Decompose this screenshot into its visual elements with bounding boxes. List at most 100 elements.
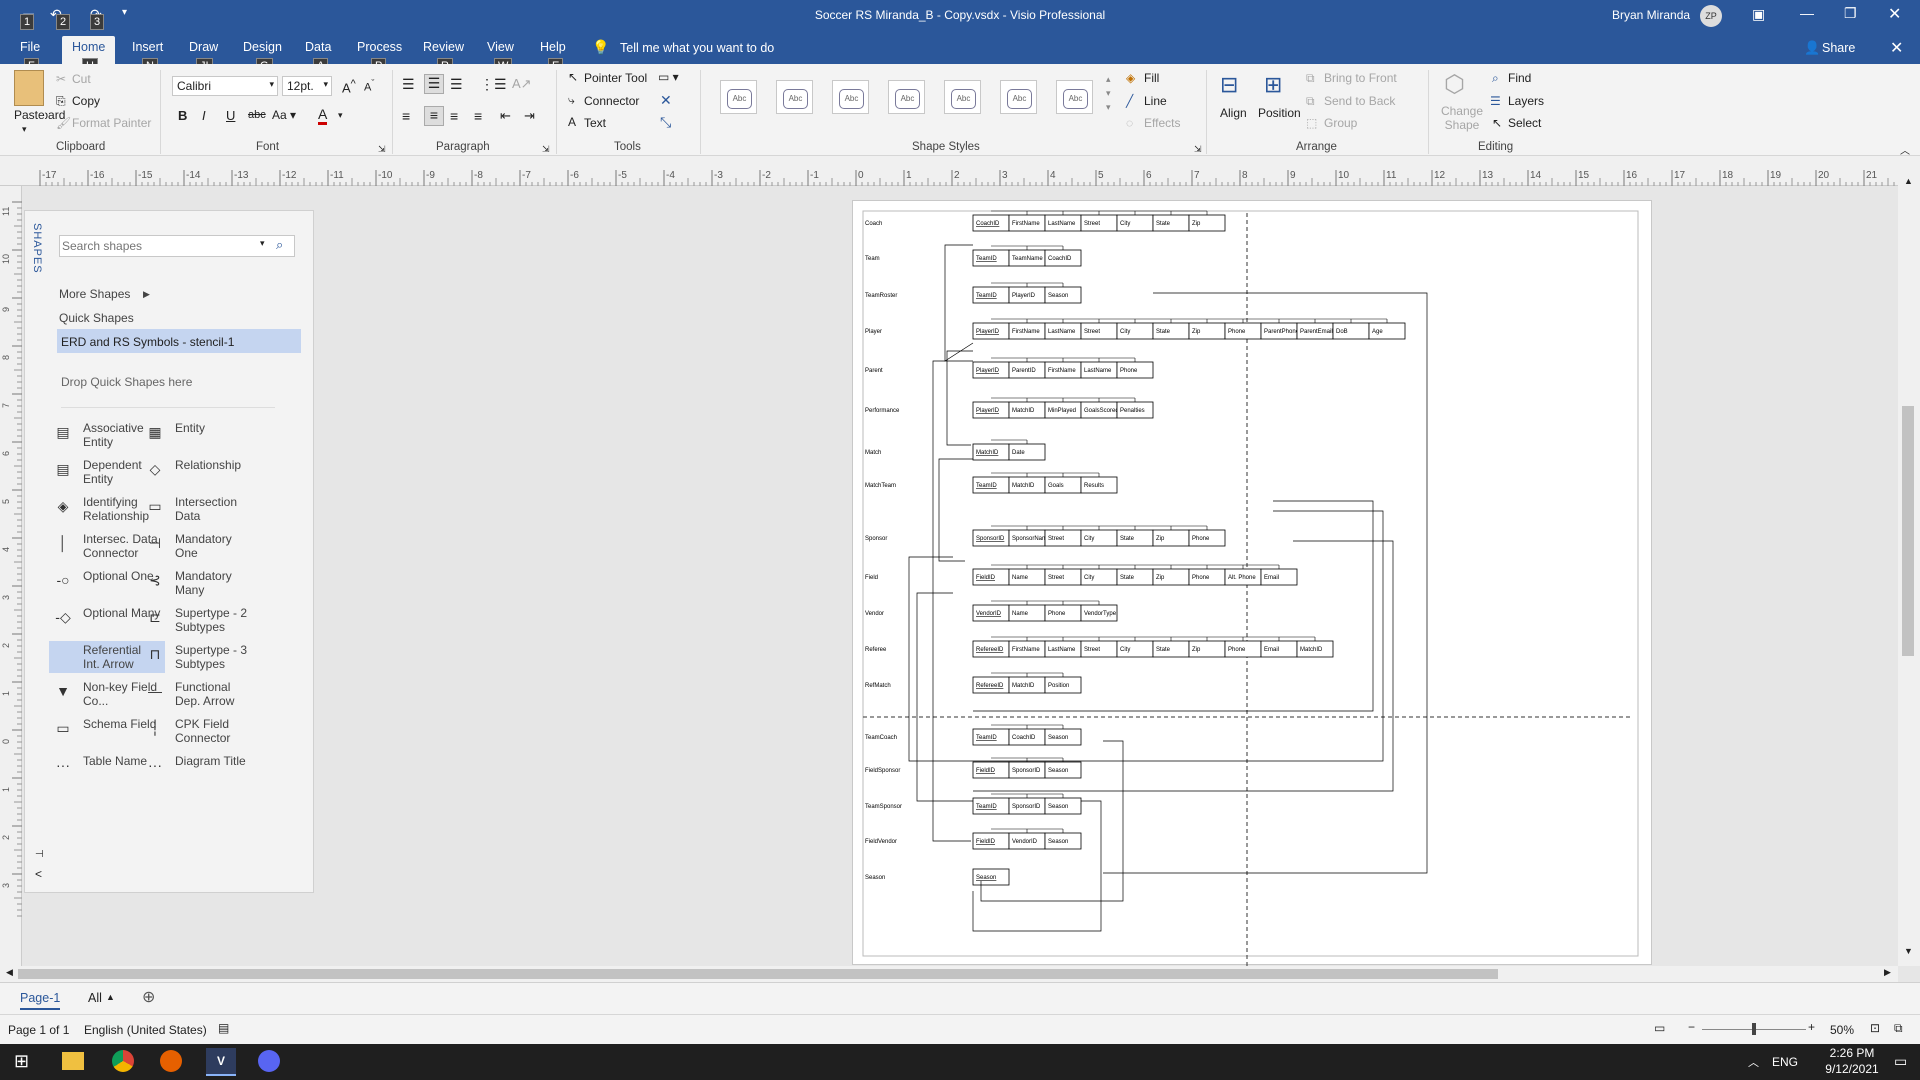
close-x-icon[interactable]: ✕ xyxy=(660,92,672,109)
schema-table[interactable]: Match MatchID Date xyxy=(865,439,1046,461)
fit-page-icon[interactable]: ⊡ xyxy=(1870,1021,1880,1035)
strikethrough-icon[interactable]: abc xyxy=(248,109,266,121)
italic-icon[interactable]: I xyxy=(202,108,206,123)
all-pages-button[interactable]: All xyxy=(88,991,102,1005)
send-back-icon[interactable]: ⧉ xyxy=(1306,94,1315,109)
stencil-shape-label[interactable]: Supertype - 2 Subtypes xyxy=(175,606,253,634)
grow-font-icon[interactable]: A^ xyxy=(342,78,356,95)
send-to-back-button[interactable]: Send to Back xyxy=(1324,94,1395,108)
paste-icon[interactable] xyxy=(14,70,44,106)
cut-icon[interactable]: ✂ xyxy=(56,72,66,86)
decrease-indent-icon[interactable]: ⇤ xyxy=(500,108,511,124)
group-button[interactable]: Group xyxy=(1324,116,1357,130)
language-status[interactable]: English (United States) xyxy=(84,1023,207,1037)
scroll-down-icon[interactable]: ▼ xyxy=(1904,946,1913,956)
shape-style-3[interactable]: Abc xyxy=(832,80,869,114)
shrink-font-icon[interactable]: Aˇ xyxy=(364,78,374,94)
chevron-up-icon[interactable]: ▲ xyxy=(106,992,115,1002)
shape-style-7[interactable]: Abc xyxy=(1056,80,1093,114)
align-center-icon[interactable]: ≡ xyxy=(424,106,444,126)
zoom-level[interactable]: 50% xyxy=(1830,1023,1854,1037)
close-icon[interactable]: ✕ xyxy=(1888,4,1901,24)
search-input[interactable] xyxy=(62,237,248,255)
fill-icon[interactable]: ◈ xyxy=(1126,71,1135,85)
effects-icon[interactable]: ◌ xyxy=(1126,116,1133,130)
schema-table[interactable]: Player PlayerID FirstName LastName Street Cit… xyxy=(865,318,1406,340)
change-shape-button[interactable]: Change Shape xyxy=(1440,104,1484,132)
fit-presentation-icon[interactable]: ▭ xyxy=(1654,1021,1665,1035)
notifications-icon[interactable]: ▭ xyxy=(1894,1053,1907,1070)
referential-arrow[interactable] xyxy=(908,556,973,762)
page-count[interactable]: Page 1 of 1 xyxy=(8,1023,69,1037)
tab-design[interactable]: Design xyxy=(243,40,282,54)
switch-windows-icon[interactable]: ⧉ xyxy=(1894,1021,1903,1036)
stencil-shape-label[interactable]: Mandatory Many xyxy=(175,569,253,597)
find-button[interactable]: Find xyxy=(1508,71,1531,85)
referential-arrow[interactable] xyxy=(972,800,1102,932)
referential-arrow[interactable] xyxy=(938,458,973,562)
fill-button[interactable]: Fill xyxy=(1144,71,1159,85)
schema-table[interactable]: Season Season xyxy=(865,868,1010,886)
rectangle-tool-icon[interactable]: ▭ ▾ xyxy=(658,70,679,84)
effects-button[interactable]: Effects xyxy=(1144,116,1180,130)
align-middle-icon[interactable]: ☰ xyxy=(424,74,444,94)
justify-icon[interactable]: ≡ xyxy=(474,108,482,124)
visio-taskbar-icon[interactable]: V xyxy=(206,1048,236,1076)
format-painter-icon[interactable]: 🖌 xyxy=(56,116,71,130)
chevron-down-icon[interactable]: ▾ xyxy=(260,238,265,249)
schema-table[interactable]: Field FieldID Name Street City State Zip Phone A… xyxy=(865,564,1298,586)
gallery-scroll-icon[interactable]: ▴ ▾ ▾ xyxy=(1106,72,1111,114)
text-tool-icon[interactable]: A xyxy=(568,115,576,129)
referential-arrow[interactable] xyxy=(946,350,973,446)
taskbar-time[interactable]: 2:26 PM xyxy=(1812,1046,1892,1060)
cut-button[interactable]: Cut xyxy=(72,72,91,86)
change-case-icon[interactable]: Aa ▾ xyxy=(272,108,296,122)
shape-style-2[interactable]: Abc xyxy=(776,80,813,114)
connection-point-icon[interactable]: ⤡ xyxy=(660,114,671,131)
tab-file[interactable]: File xyxy=(20,40,40,54)
avatar[interactable]: ZP xyxy=(1700,5,1722,27)
schema-table[interactable]: Parent PlayerID ParentID FirstName LastName P… xyxy=(865,357,1154,379)
copy-icon[interactable]: ⎘ xyxy=(56,94,66,109)
group-icon[interactable]: ⬚ xyxy=(1306,116,1317,130)
shape-style-5[interactable]: Abc xyxy=(944,80,981,114)
shape-style-4[interactable]: Abc xyxy=(888,80,925,114)
select-button[interactable]: Select xyxy=(1508,116,1541,130)
align-left-icon[interactable]: ≡ xyxy=(402,108,410,124)
tab-process[interactable]: Process xyxy=(357,40,402,54)
stencil-name[interactable]: ERD and RS Symbols - stencil-1 xyxy=(61,335,234,349)
stencil-shape-label[interactable]: Functional Dep. Arrow xyxy=(175,680,253,708)
chevron-down-icon[interactable]: ▾ xyxy=(338,110,343,121)
font-dialog-launcher-icon[interactable]: ⇲ xyxy=(378,144,386,155)
referential-arrow[interactable] xyxy=(932,360,973,842)
tab-view[interactable]: View xyxy=(487,40,514,54)
stencil-shape-label[interactable]: Intersection Data xyxy=(175,495,253,523)
collapse-panel-icon[interactable]: < xyxy=(35,867,42,881)
bullets-icon[interactable]: ⋮☰ xyxy=(480,76,507,93)
text-direction-icon[interactable]: A↗ xyxy=(512,76,532,92)
zoom-out-icon[interactable]: − xyxy=(1688,1020,1695,1034)
stencil-shape-label[interactable]: CPK Field Connector xyxy=(175,717,253,745)
referential-arrow[interactable] xyxy=(916,592,973,802)
file-explorer-icon[interactable] xyxy=(62,1052,84,1070)
position-button[interactable]: Position xyxy=(1258,106,1301,120)
increase-indent-icon[interactable]: ⇥ xyxy=(524,108,535,124)
chrome-icon[interactable] xyxy=(112,1050,134,1072)
stencil-shape-label[interactable]: Entity xyxy=(175,421,253,435)
shape-style-6[interactable]: Abc xyxy=(1000,80,1037,114)
schema-table[interactable]: TeamSponsor TeamID SponsorID Season xyxy=(865,793,1082,815)
collapse-ribbon-icon[interactable]: ︿ xyxy=(1900,142,1910,157)
connector-icon[interactable]: ⤷ xyxy=(568,93,575,108)
pin-icon[interactable]: ⊣ xyxy=(35,849,44,860)
chevron-right-icon[interactable]: ▶ xyxy=(143,287,150,301)
share-button[interactable]: Share xyxy=(1822,41,1855,55)
stencil-shape-label[interactable]: Diagram Title xyxy=(175,754,253,768)
paste-dropdown-icon[interactable]: ▾ xyxy=(22,124,27,135)
select-icon[interactable]: ↖ xyxy=(1492,116,1502,130)
schema-table[interactable]: Performance PlayerID MatchID MinPlayed Goals… xyxy=(865,397,1154,419)
macro-record-icon[interactable]: ▤ xyxy=(218,1021,229,1035)
vertical-scroll-thumb[interactable] xyxy=(1902,406,1914,656)
relational-schema-diagram[interactable]: Coach CoachID FirstName LastName Street City S… xyxy=(853,201,1653,966)
schema-table[interactable]: Team TeamID TeamName CoachID xyxy=(865,245,1082,267)
scroll-left-icon[interactable]: ◀ xyxy=(6,967,13,978)
